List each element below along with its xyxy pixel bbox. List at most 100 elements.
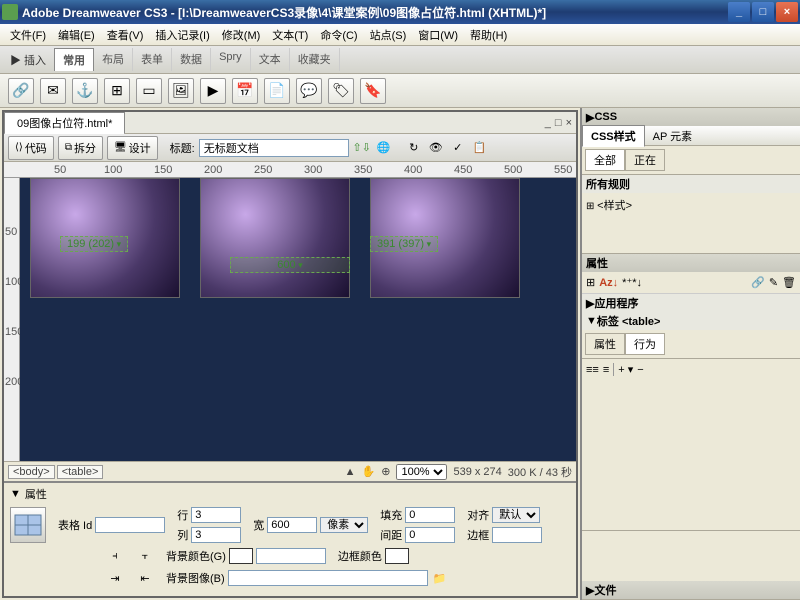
border-input[interactable] bbox=[492, 527, 542, 543]
css-all-tab[interactable]: 全部 bbox=[585, 149, 625, 171]
hyperlink-icon[interactable]: 🔗 bbox=[8, 78, 34, 104]
cellpad-input[interactable] bbox=[405, 507, 455, 523]
minimize-button[interactable]: _ bbox=[728, 2, 750, 22]
div-icon[interactable]: ▭ bbox=[136, 78, 162, 104]
width-unit-select[interactable]: 像素 bbox=[320, 517, 368, 533]
menu-text[interactable]: 文本(T) bbox=[266, 25, 314, 45]
tag-attributes-tab[interactable]: 属性 bbox=[585, 333, 625, 355]
validate-icon[interactable]: ✓ bbox=[449, 139, 467, 157]
bgcolor-input[interactable] bbox=[256, 548, 326, 564]
email-icon[interactable]: ✉ bbox=[40, 78, 66, 104]
hand-tool-icon[interactable]: ✋ bbox=[362, 465, 376, 478]
insert-label[interactable]: ▶ 插入 bbox=[4, 50, 52, 70]
files-collapse-icon[interactable]: ▶ bbox=[586, 584, 594, 597]
column-marker-1[interactable]: 199 (202) ▾ bbox=[60, 236, 128, 252]
refresh-icon[interactable]: ↻ bbox=[405, 139, 423, 157]
add-behavior-icon[interactable]: + ▾ bbox=[613, 363, 633, 376]
template-icon[interactable]: 🏷 bbox=[328, 78, 354, 104]
check-icon[interactable]: 📋 bbox=[471, 139, 489, 157]
window-dimensions[interactable]: 539 x 274 bbox=[453, 466, 501, 478]
ap-elements-tab[interactable]: AP 元素 bbox=[645, 126, 701, 146]
menu-insert[interactable]: 插入记录(I) bbox=[149, 25, 215, 45]
maximize-button[interactable]: □ bbox=[752, 2, 774, 22]
az-sort-icon[interactable]: Az↓ bbox=[599, 277, 618, 289]
new-rule-icon[interactable]: ✎ bbox=[769, 276, 778, 289]
rows-input[interactable] bbox=[191, 507, 241, 523]
collapse-triangle-icon[interactable]: ▼ bbox=[10, 488, 21, 500]
view-code-button[interactable]: ⟨⟩ 代码 bbox=[8, 136, 54, 160]
application-header[interactable]: 应用程序 bbox=[594, 295, 638, 311]
insert-tab-favorites[interactable]: 收藏夹 bbox=[290, 48, 340, 71]
menu-help[interactable]: 帮助(H) bbox=[464, 25, 513, 45]
show-list-icon[interactable]: ≡ bbox=[603, 364, 609, 376]
menu-modify[interactable]: 修改(M) bbox=[216, 25, 267, 45]
menu-edit[interactable]: 编辑(E) bbox=[52, 25, 101, 45]
document-title-input[interactable] bbox=[199, 139, 349, 157]
view-design-button[interactable]: 🖥 设计 bbox=[107, 136, 158, 160]
insert-tab-data[interactable]: 数据 bbox=[172, 48, 211, 71]
style-node[interactable]: <样式> bbox=[597, 200, 632, 212]
bgimage-input[interactable] bbox=[228, 570, 428, 586]
tag-inspector-header[interactable]: 标签 <table> bbox=[597, 313, 661, 329]
column-marker-2[interactable]: 391 (397) ▾ bbox=[370, 236, 438, 252]
align-select[interactable]: 默认 bbox=[492, 507, 540, 523]
px-to-percent-icon[interactable]: ⇥ bbox=[106, 569, 124, 587]
css-collapse-icon[interactable]: ▶ bbox=[586, 111, 594, 124]
insert-tab-text[interactable]: 文本 bbox=[251, 48, 290, 71]
zoom-select[interactable]: 100% bbox=[396, 464, 447, 480]
attach-css-icon[interactable]: 🔗 bbox=[751, 276, 765, 289]
browse-folder-icon[interactable]: 📁 bbox=[431, 569, 449, 587]
bordercolor-swatch[interactable] bbox=[385, 548, 409, 564]
preview-globe-icon[interactable]: 🌐 bbox=[375, 139, 393, 157]
cellspace-input[interactable] bbox=[405, 527, 455, 543]
insert-tab-common[interactable]: 常用 bbox=[54, 48, 94, 71]
insert-tab-forms[interactable]: 表单 bbox=[133, 48, 172, 71]
close-button[interactable]: × bbox=[776, 2, 798, 22]
table-id-input[interactable] bbox=[95, 517, 165, 533]
tag-selector-table[interactable]: <table> bbox=[57, 465, 104, 479]
delete-rule-icon[interactable]: 🗑 bbox=[782, 276, 796, 289]
image-icon[interactable]: 🖼 bbox=[168, 78, 194, 104]
percent-to-px-icon[interactable]: ⇤ bbox=[136, 569, 154, 587]
design-canvas[interactable]: XTREME XTREME XTREME XTREMELOREM IPSUM D… bbox=[20, 178, 576, 461]
doc-close-icon[interactable]: × bbox=[566, 117, 572, 129]
cols-input[interactable] bbox=[191, 527, 241, 543]
table-icon[interactable]: ⊞ bbox=[104, 78, 130, 104]
css-styles-tab[interactable]: CSS样式 bbox=[582, 125, 645, 147]
ssi-icon[interactable]: 📄 bbox=[264, 78, 290, 104]
tag-behaviors-tab[interactable]: 行为 bbox=[625, 333, 665, 355]
view-options-icon[interactable]: 👁 bbox=[427, 139, 445, 157]
media-icon[interactable]: ▶ bbox=[200, 78, 226, 104]
css-current-tab[interactable]: 正在 bbox=[625, 149, 665, 171]
add-property-icon[interactable]: ⊞ bbox=[586, 276, 595, 289]
menu-site[interactable]: 站点(S) bbox=[364, 25, 413, 45]
menu-commands[interactable]: 命令(C) bbox=[314, 25, 363, 45]
pointer-tool-icon[interactable]: ▲ bbox=[345, 466, 356, 478]
category-icon[interactable]: *⁺*↓ bbox=[622, 276, 642, 289]
upload-icon[interactable]: ⇧⇩ bbox=[353, 139, 371, 157]
insert-tab-layout[interactable]: 布局 bbox=[94, 48, 133, 71]
document-tab[interactable]: 09图像占位符.html* bbox=[4, 112, 125, 135]
doc-minimize-icon[interactable]: _ bbox=[545, 117, 551, 129]
show-set-icon[interactable]: ≡≡ bbox=[586, 364, 599, 376]
clear-row-heights-icon[interactable]: ⫟ bbox=[136, 547, 154, 565]
zoom-tool-icon[interactable]: ⊕ bbox=[381, 465, 390, 478]
table-width-marker[interactable]: 600 ▾ bbox=[230, 257, 350, 273]
tag-selector-body[interactable]: <body> bbox=[8, 465, 55, 479]
width-input[interactable] bbox=[267, 517, 317, 533]
cols-label: 列 bbox=[177, 527, 188, 543]
view-split-button[interactable]: ⧉ 拆分 bbox=[58, 136, 103, 160]
clear-col-widths-icon[interactable]: ⫞ bbox=[106, 547, 124, 565]
page-size-time: 300 K / 43 秒 bbox=[508, 464, 572, 480]
tag-icon[interactable]: 🔖 bbox=[360, 78, 386, 104]
anchor-icon[interactable]: ⚓ bbox=[72, 78, 98, 104]
remove-behavior-icon[interactable]: − bbox=[637, 364, 643, 376]
menu-file[interactable]: 文件(F) bbox=[4, 25, 52, 45]
comment-icon[interactable]: 💬 bbox=[296, 78, 322, 104]
bgcolor-swatch[interactable] bbox=[229, 548, 253, 564]
date-icon[interactable]: 📅 bbox=[232, 78, 258, 104]
menu-window[interactable]: 窗口(W) bbox=[412, 25, 464, 45]
insert-tab-spry[interactable]: Spry bbox=[211, 48, 251, 71]
menu-view[interactable]: 查看(V) bbox=[101, 25, 150, 45]
doc-restore-icon[interactable]: □ bbox=[555, 117, 562, 129]
